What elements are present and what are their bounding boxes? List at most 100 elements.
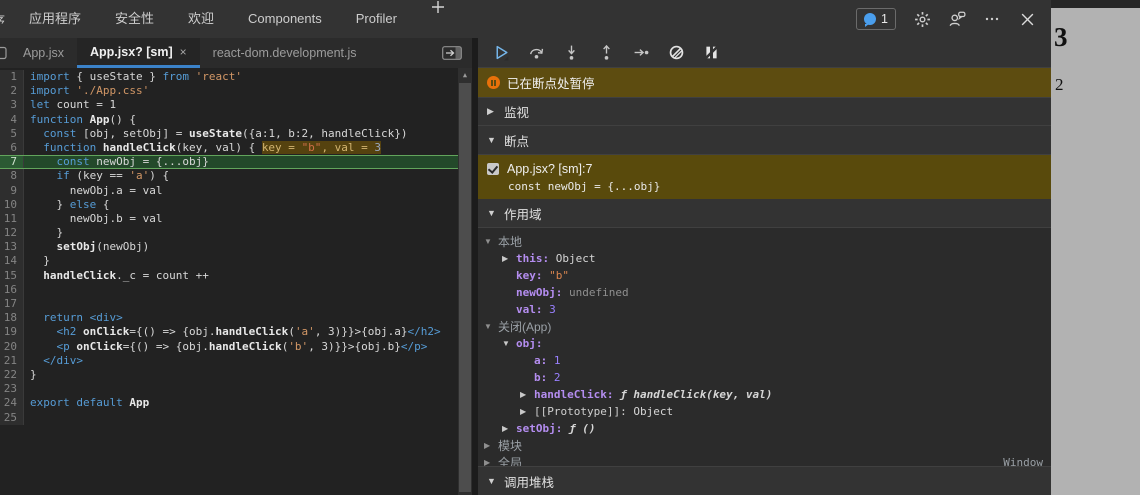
editor-scrollbar[interactable]: ▲ <box>458 68 472 495</box>
line-number[interactable]: 1 <box>0 70 24 85</box>
panel-tab-partial[interactable]: 序 <box>0 10 12 29</box>
line-number[interactable]: 20 <box>0 339 24 354</box>
resume-button[interactable] <box>488 41 514 65</box>
code-text: if (key == 'a') { <box>56 169 170 183</box>
scope-property[interactable]: ▶ this: Object <box>478 250 1051 267</box>
line-number[interactable]: 2 <box>0 84 24 99</box>
code-line: 12 } <box>0 226 458 241</box>
chevron-right-icon[interactable]: ▶ <box>484 441 498 450</box>
line-number[interactable]: 19 <box>0 325 24 340</box>
line-number[interactable]: 18 <box>0 311 24 326</box>
scope-property[interactable]: ▶ handleClick: ƒ handleClick(key, val) <box>478 386 1051 403</box>
line-number[interactable]: 3 <box>0 98 24 113</box>
devtools-body: App.jsx App.jsx? [sm] × react-dom.developme… <box>0 38 1051 495</box>
chevron-right-icon[interactable]: ▶ <box>520 407 534 416</box>
panel-tab[interactable]: 应用程序 <box>12 0 98 38</box>
scope-property[interactable]: ▼ obj: <box>478 335 1051 352</box>
issues-counter[interactable]: 1 <box>856 8 896 30</box>
chevron-down-icon[interactable]: ▼ <box>484 322 498 331</box>
code-editor[interactable]: 1 import { useState } from 'react' 2 import… <box>0 68 472 495</box>
chevron-down-icon[interactable]: ▼ <box>487 135 497 145</box>
reveal-in-navigator-button[interactable] <box>442 46 462 60</box>
line-number[interactable]: 21 <box>0 353 24 368</box>
scope-property: a: 1 <box>478 352 1051 369</box>
pause-on-exceptions-button[interactable] <box>698 41 724 65</box>
chevron-right-icon[interactable]: ▶ <box>520 390 534 399</box>
scrollbar-up-arrow-icon[interactable]: ▲ <box>458 68 472 82</box>
line-number[interactable]: 5 <box>0 126 24 141</box>
page-h2-value[interactable]: 3 <box>1051 8 1140 53</box>
chevron-right-icon[interactable]: ▶ <box>502 254 516 263</box>
line-number[interactable]: 11 <box>0 211 24 227</box>
deactivate-breakpoints-icon <box>669 45 683 60</box>
panel-tab[interactable]: 欢迎 <box>171 0 231 38</box>
scope-group-module[interactable]: ▶ 模块 <box>478 437 1051 454</box>
code-area: 1 import { useState } from 'react' 2 import… <box>0 70 458 425</box>
panel-tab[interactable]: 安全性 <box>98 0 171 38</box>
step-over-button[interactable] <box>523 41 549 65</box>
code-text: const [obj, setObj] = useState({a:1, b:2… <box>43 126 408 140</box>
line-number[interactable]: 23 <box>0 382 24 397</box>
panel-tab[interactable]: Components <box>231 0 339 38</box>
chevron-down-icon[interactable]: ▼ <box>502 339 516 348</box>
chevron-right-icon[interactable]: ▶ <box>487 106 497 117</box>
line-number[interactable]: 13 <box>0 240 24 255</box>
step-button[interactable] <box>628 41 654 65</box>
step-into-button[interactable] <box>558 41 584 65</box>
watch-section-header[interactable]: ▶ 监视 <box>478 97 1051 126</box>
breakpoint-entry[interactable]: App.jsx? [sm]:7 const newObj = {...obj} <box>478 155 1051 199</box>
step-out-button[interactable] <box>593 41 619 65</box>
feedback-button[interactable] <box>948 10 966 28</box>
page-p-value[interactable]: 2 <box>1051 53 1140 95</box>
callstack-section-header[interactable]: ▼ 调用堆栈 <box>478 466 1051 495</box>
file-tab[interactable]: App.jsx <box>10 38 77 68</box>
more-panels-button[interactable] <box>414 0 448 38</box>
scope-list: ▼ 本地 ▶ this: Object key: "b" newObj: undefine… <box>478 228 1051 466</box>
line-number[interactable]: 10 <box>0 197 24 212</box>
line-number[interactable]: 12 <box>0 226 24 241</box>
line-number[interactable]: 8 <box>0 169 24 184</box>
breakpoint-checkbox[interactable] <box>487 162 499 175</box>
close-devtools-button[interactable] <box>1018 10 1036 28</box>
line-number[interactable]: 15 <box>0 268 24 283</box>
chevron-down-icon[interactable]: ▼ <box>484 237 498 246</box>
code-text: </div> <box>43 353 83 367</box>
deactivate-breakpoints-button[interactable] <box>663 41 689 65</box>
code-line: 13 setObj(newObj) <box>0 240 458 255</box>
line-number[interactable]: 24 <box>0 396 24 411</box>
line-number[interactable]: 25 <box>0 410 24 425</box>
scrollbar-thumb[interactable] <box>459 83 471 492</box>
line-number[interactable]: 9 <box>0 183 24 198</box>
scope-group-global[interactable]: ▶ 全局 Window <box>478 454 1051 466</box>
chevron-down-icon[interactable]: ▼ <box>487 208 497 218</box>
scope-property[interactable]: ▶ setObj: ƒ () <box>478 420 1051 437</box>
scope-group-label: 关闭(App) <box>498 320 552 334</box>
breakpoints-section-header[interactable]: ▼ 断点 <box>478 126 1051 155</box>
line-number[interactable]: 14 <box>0 254 24 269</box>
chevron-right-icon[interactable]: ▶ <box>484 458 498 466</box>
line-number[interactable]: 6 <box>0 140 24 156</box>
line-number[interactable]: 16 <box>0 282 24 297</box>
tab-close-icon[interactable]: × <box>180 45 187 59</box>
line-number[interactable]: 4 <box>0 112 24 127</box>
line-number[interactable]: 17 <box>0 297 24 312</box>
code-line: 5 const [obj, setObj] = useState({a:1, b… <box>0 126 458 141</box>
property-name: b: <box>534 371 554 384</box>
scope-property[interactable]: ▶ [[Prototype]]: Object <box>478 403 1051 420</box>
debugger-sidebar: 已在断点处暂停 ▶ 监视 ▼ 断点 App.jsx? [sm]:7 const … <box>478 38 1051 495</box>
scope-section-header[interactable]: ▼ 作用域 <box>478 199 1051 228</box>
more-options-button[interactable] <box>983 10 1001 28</box>
panel-tab[interactable]: Profiler <box>339 0 414 38</box>
settings-button[interactable] <box>913 10 931 28</box>
paused-icon <box>487 76 500 89</box>
chevron-right-icon[interactable]: ▶ <box>502 424 516 433</box>
navigator-toggle-button[interactable] <box>0 38 10 68</box>
chevron-down-icon[interactable]: ▼ <box>487 476 497 486</box>
scope-group-local[interactable]: ▼ 本地 <box>478 233 1051 250</box>
line-number[interactable]: 7 <box>0 155 24 169</box>
line-number[interactable]: 22 <box>0 367 24 383</box>
scope-group-closure[interactable]: ▼ 关闭(App) <box>478 318 1051 335</box>
file-tab[interactable]: react-dom.development.js <box>200 38 370 68</box>
file-tab[interactable]: App.jsx? [sm] × <box>77 38 200 68</box>
debugger-toolbar <box>478 38 1051 68</box>
